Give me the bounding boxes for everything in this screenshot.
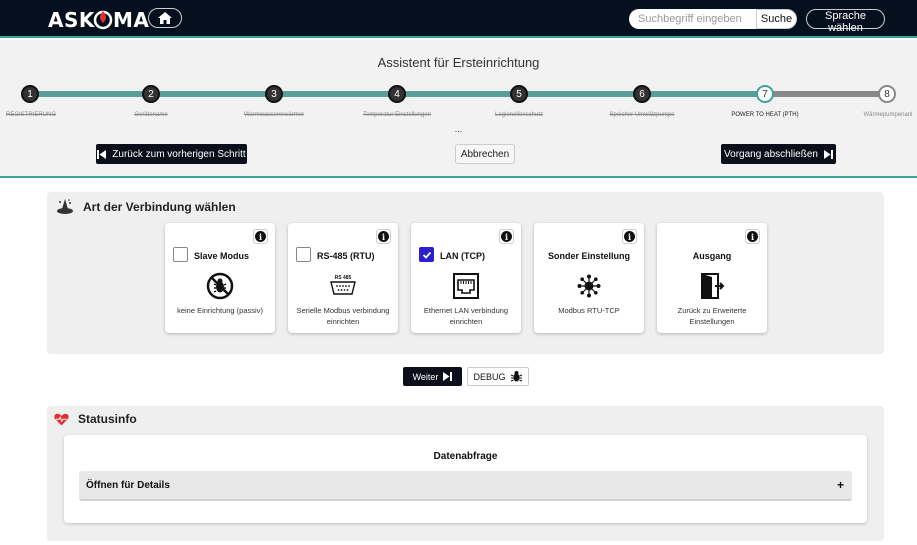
- status-heading: Statusinfo: [54, 412, 137, 426]
- back-button-label: Zurück zum vorherigen Schritt: [112, 148, 246, 160]
- card-icon-wrap: [534, 271, 644, 301]
- wizard-hat-icon: [57, 199, 73, 214]
- card-exit[interactable]: i Ausgang Zurück zu Erweiterte Einstellu…: [657, 223, 767, 333]
- card-description: Ethernet LAN verbindung einrichten: [423, 306, 509, 326]
- wizard-step-4[interactable]: 4: [388, 85, 406, 103]
- wizard-title: Assistent für Ersteinrichtung: [377, 55, 540, 70]
- details-accordion[interactable]: Öffnen für Details +: [79, 471, 852, 501]
- home-button[interactable]: [148, 8, 182, 28]
- top-navigation-bar: ASK MA Suche Sprache wählen: [0, 0, 917, 38]
- serial-port-icon: RS 485: [330, 275, 356, 295]
- skip-back-icon: [97, 149, 107, 159]
- wizard-step-label: Wärmepumpenanl: [863, 112, 913, 118]
- finish-button[interactable]: Vorgang abschließen: [721, 144, 836, 164]
- debug-button[interactable]: DEBUG: [467, 367, 529, 386]
- next-button[interactable]: Weiter: [403, 367, 462, 386]
- accordion-label: Öffnen für Details: [86, 480, 170, 491]
- wizard-step-3[interactable]: 3: [265, 85, 283, 103]
- card-title: RS-485 (RTU): [317, 251, 375, 261]
- card-lan-tcp[interactable]: i LAN (TCP) Ethernet LAN verbindung einr…: [411, 223, 521, 333]
- home-icon: [158, 12, 172, 24]
- card-title: Slave Modus: [194, 251, 250, 261]
- bug-icon: [510, 371, 522, 382]
- wizard-step-6[interactable]: 6: [633, 85, 651, 103]
- info-icon: i: [255, 231, 266, 242]
- info-icon: i: [624, 231, 635, 242]
- info-icon: i: [747, 231, 758, 242]
- progress-track-remaining: [765, 91, 887, 97]
- wizard-step-label: Warmwassererwärmer: [243, 112, 305, 118]
- expand-icon: +: [836, 478, 844, 492]
- card-title: Ausgang: [692, 251, 732, 261]
- wizard-step-label: Legionellenschutz: [494, 112, 544, 118]
- card-icon-wrap: [411, 271, 521, 301]
- connection-type-title: Art der Verbindung wählen: [83, 200, 236, 214]
- skip-forward-icon: [823, 149, 833, 159]
- debug-button-label: DEBUG: [473, 371, 506, 382]
- card-slave-mode[interactable]: i Slave Modus keine Einrichtung (passiv): [165, 223, 275, 333]
- checkbox-rs485[interactable]: [296, 247, 311, 262]
- card-rs485[interactable]: i RS-485 (RTU) RS 485 Serielle Modbus ve…: [288, 223, 398, 333]
- search-input[interactable]: [629, 9, 756, 29]
- status-title: Statusinfo: [78, 412, 137, 426]
- language-select-button[interactable]: Sprache wählen: [806, 9, 885, 34]
- finish-button-label: Vorgang abschließen: [724, 148, 818, 160]
- search-button[interactable]: Suche: [756, 9, 797, 29]
- svg-text:ASK: ASK: [48, 8, 96, 31]
- serial-port-caption: RS 485: [335, 275, 352, 281]
- exit-door-icon: [701, 273, 725, 299]
- card-title: Sonder Einstellung: [547, 251, 630, 261]
- connection-type-section: Art der Verbindung wählen i Slave Modus …: [47, 192, 884, 354]
- ethernet-port-icon: [453, 273, 479, 299]
- info-button[interactable]: i: [376, 229, 391, 244]
- info-button[interactable]: i: [253, 229, 268, 244]
- wizard-step-label: Temperatur Einstellungen: [362, 112, 432, 118]
- info-button[interactable]: i: [745, 229, 760, 244]
- data-query-card: Datenabfrage Öffnen für Details +: [64, 435, 867, 523]
- checkbox-slave-mode[interactable]: [173, 247, 188, 262]
- svg-text:MA: MA: [113, 8, 149, 31]
- connection-type-heading: Art der Verbindung wählen: [56, 198, 236, 216]
- search-bar: Suche: [629, 9, 797, 29]
- card-title: LAN (TCP): [440, 251, 485, 261]
- card-description: Zurück zu Erweiterte Einstellungen: [677, 306, 747, 326]
- no-bug-icon: [206, 272, 234, 300]
- card-icon-wrap: [657, 271, 767, 301]
- card-description: Serielle Modbus verbindung einrichten: [296, 306, 390, 326]
- checkbox-lan-tcp[interactable]: [419, 247, 434, 262]
- info-icon: i: [501, 231, 512, 242]
- wizard-step-label: Speicher Umwälzpumpe: [609, 112, 675, 118]
- back-button[interactable]: Zurück zum vorherigen Schritt: [96, 144, 247, 164]
- info-button[interactable]: i: [622, 229, 637, 244]
- card-description: keine Einrichtung (passiv): [177, 306, 263, 315]
- next-button-label: Weiter: [412, 371, 439, 382]
- network-hub-icon: [577, 274, 601, 298]
- heartbeat-icon: [54, 413, 69, 425]
- wizard-step-8[interactable]: 8: [878, 85, 896, 103]
- wizard-step-label: REGISTRIERUNG: [5, 112, 57, 118]
- wizard-step-7[interactable]: 7: [756, 85, 774, 103]
- wizard-step-label: POWER TO HEAT (PTH): [731, 112, 799, 118]
- card-special-settings[interactable]: i Sonder Einstellung Modbus RTU-TCP: [534, 223, 644, 333]
- card-description: Modbus RTU-TCP: [558, 306, 620, 315]
- card-icon-wrap: [165, 271, 275, 301]
- wizard-step-5[interactable]: 5: [510, 85, 528, 103]
- data-query-heading: Datenabfrage: [433, 451, 498, 462]
- wizard-ellipsis: ...: [454, 124, 463, 134]
- setup-wizard: Assistent für Ersteinrichtung 1 REGISTRIE…: [0, 40, 917, 178]
- info-icon: i: [378, 231, 389, 242]
- checkmark-icon: [422, 251, 431, 259]
- wizard-step-label: Gerätename: [134, 112, 168, 118]
- skip-forward-icon: [443, 372, 453, 381]
- cancel-button[interactable]: Abbrechen: [455, 144, 515, 164]
- wizard-step-1[interactable]: 1: [21, 85, 39, 103]
- card-icon-wrap: RS 485: [288, 271, 398, 301]
- status-section: Statusinfo Datenabfrage Öffnen für Detai…: [47, 406, 884, 541]
- wizard-step-2[interactable]: 2: [142, 85, 160, 103]
- info-button[interactable]: i: [499, 229, 514, 244]
